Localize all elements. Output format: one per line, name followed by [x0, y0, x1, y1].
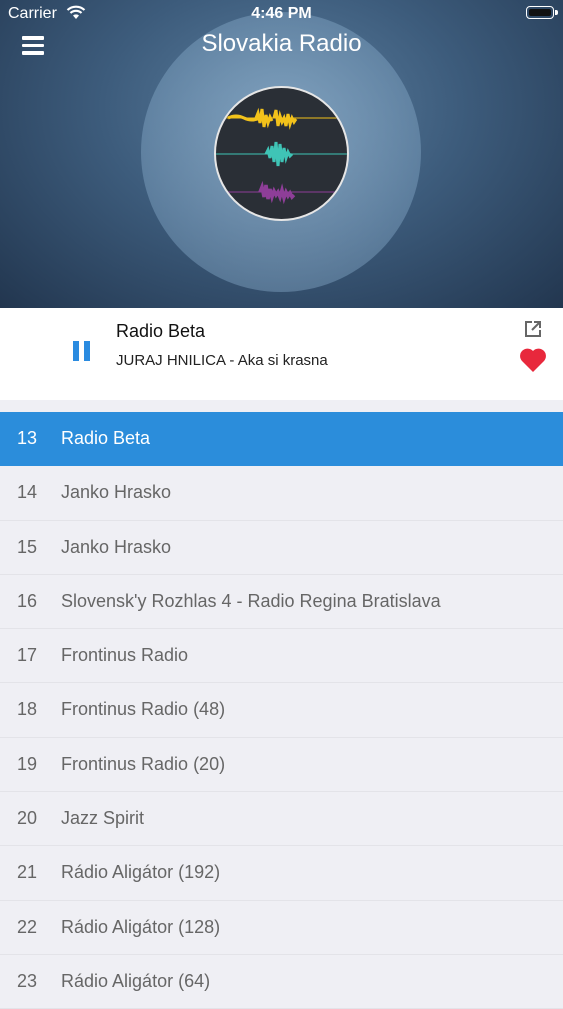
station-list-item[interactable]: 20 Jazz Spirit — [0, 792, 563, 847]
station-name: Rádio Aligátor (192) — [61, 862, 221, 883]
now-playing-track: JURAJ HNILICA - Aka si krasna — [116, 352, 328, 369]
pause-button[interactable] — [71, 341, 93, 363]
station-number: 17 — [17, 645, 38, 666]
station-name: Slovensk'y Rozhlas 4 - Radio Regina Brat… — [61, 590, 441, 611]
clock: 4:46 PM — [251, 5, 312, 22]
now-playing-bar: Radio Beta JURAJ HNILICA - Aka si krasna — [0, 308, 563, 400]
station-list-item[interactable]: 14 Janko Hrasko — [0, 466, 563, 521]
station-number: 16 — [17, 590, 38, 611]
station-name: Rádio Aligátor (64) — [61, 970, 211, 991]
station-number: 19 — [17, 753, 38, 774]
station-number: 18 — [17, 699, 38, 720]
now-playing-station: Radio Beta — [116, 321, 206, 341]
station-name: Janko Hrasko — [61, 536, 172, 557]
status-bar: Carrier 4:46 PM — [0, 0, 563, 28]
favorite-heart-icon[interactable] — [519, 347, 547, 373]
station-number: 13 — [17, 428, 38, 448]
station-number: 22 — [17, 916, 38, 937]
battery-icon — [526, 6, 558, 19]
station-name: Frontinus Radio (48) — [61, 699, 226, 720]
station-name: Rádio Aligátor (128) — [61, 916, 221, 937]
station-list-item[interactable]: 19 Frontinus Radio (20) — [0, 738, 563, 793]
station-number: 14 — [17, 482, 38, 503]
station-list-item[interactable]: 17 Frontinus Radio — [0, 629, 563, 684]
share-icon[interactable] — [522, 318, 544, 340]
station-list: 13 Radio Beta 14 Janko Hrasko 15 Janko H… — [0, 412, 563, 1009]
station-list-item[interactable]: 22 Rádio Aligátor (128) — [0, 901, 563, 955]
station-list-item[interactable]: 21 Rádio Aligátor (192) — [0, 846, 563, 901]
header: Carrier 4:46 PM Slovakia Radio — [0, 0, 563, 308]
station-list-item[interactable]: 15 Janko Hrasko — [0, 521, 563, 575]
station-number: 23 — [17, 970, 38, 991]
station-name: Radio Beta — [61, 428, 151, 448]
app-title: Slovakia Radio — [201, 30, 362, 57]
station-list-item[interactable]: 23 Rádio Aligátor (64) — [0, 955, 563, 1009]
station-number: 15 — [17, 536, 38, 557]
station-name: Frontinus Radio (20) — [61, 753, 226, 774]
station-name: Jazz Spirit — [61, 808, 145, 829]
station-list-item[interactable]: 16 Slovensk'y Rozhlas 4 - Radio Regina B… — [0, 575, 563, 630]
station-number: 20 — [17, 808, 38, 829]
station-number: 21 — [17, 862, 38, 883]
station-name: Janko Hrasko — [61, 482, 172, 503]
audio-wave-artwork — [214, 86, 349, 221]
station-list-item[interactable]: 13 Radio Beta — [0, 412, 563, 467]
station-list-item[interactable]: 18 Frontinus Radio (48) — [0, 683, 563, 738]
station-name: Frontinus Radio — [61, 645, 189, 666]
